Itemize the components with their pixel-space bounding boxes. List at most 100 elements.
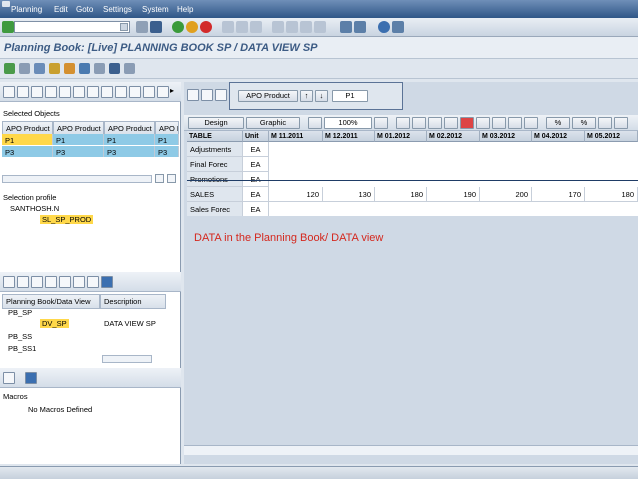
menu-help[interactable]: Help: [177, 5, 193, 14]
col-period[interactable]: M 11.2011: [269, 131, 323, 142]
options-icon[interactable]: [124, 63, 135, 74]
objects-icon-10[interactable]: [129, 86, 141, 98]
save-view-icon[interactable]: [109, 63, 120, 74]
grid-icon-6[interactable]: [476, 117, 490, 129]
col-period[interactable]: M 05.2012: [585, 131, 638, 142]
object-cell[interactable]: P3: [2, 146, 53, 157]
load-data-icon[interactable]: [4, 63, 15, 74]
col-description[interactable]: Description: [100, 294, 166, 309]
back-arrow-icon[interactable]: [136, 21, 148, 33]
objects-icon-7[interactable]: [87, 86, 99, 98]
value-cell[interactable]: 120: [269, 187, 323, 202]
details-icon[interactable]: [94, 63, 105, 74]
command-dropdown-icon[interactable]: [120, 23, 128, 31]
col-period[interactable]: M 01.2012: [375, 131, 427, 142]
shortcut-icon[interactable]: [354, 21, 366, 33]
grid-icon-10[interactable]: [598, 117, 612, 129]
selection-icon[interactable]: [19, 63, 30, 74]
view-item[interactable]: DV_SP: [40, 319, 69, 328]
row-label[interactable]: Final Forec: [187, 157, 243, 172]
value-cell[interactable]: 190: [427, 187, 480, 202]
help-icon[interactable]: [378, 21, 390, 33]
objects-icon-3[interactable]: [31, 86, 43, 98]
object-cell[interactable]: P1: [53, 134, 104, 145]
chart-icon[interactable]: [34, 63, 45, 74]
grid-icon-8[interactable]: [508, 117, 522, 129]
grid-icon-3[interactable]: [428, 117, 442, 129]
col-period[interactable]: M 02.2012: [427, 131, 480, 142]
books-icon-3[interactable]: [31, 276, 43, 288]
book-item[interactable]: PB_SS1: [8, 344, 36, 353]
books-icon-6[interactable]: [73, 276, 85, 288]
product-value-field[interactable]: P1: [332, 90, 368, 102]
close-macros-icon[interactable]: [25, 372, 37, 384]
object-cell[interactable]: P3: [155, 146, 179, 157]
value-cell[interactable]: 130: [323, 187, 375, 202]
menu-goto[interactable]: Goto: [76, 5, 93, 14]
books-icon-7[interactable]: [87, 276, 99, 288]
grid-icon-9[interactable]: [524, 117, 538, 129]
down-arrow-icon[interactable]: ↓: [315, 90, 328, 102]
percent-button-2[interactable]: %: [572, 117, 596, 129]
grid-icon-1[interactable]: [396, 117, 410, 129]
scroll-left-icon[interactable]: [155, 174, 164, 183]
grid-icon-2[interactable]: [412, 117, 426, 129]
col-unit[interactable]: Unit: [243, 131, 269, 142]
objects-icon-12[interactable]: [157, 86, 169, 98]
menu-planning[interactable]: Planning: [11, 5, 42, 14]
up-arrow-icon[interactable]: ↑: [300, 90, 313, 102]
grid-hscroll[interactable]: [184, 445, 638, 455]
objects-icon-2[interactable]: [17, 86, 29, 98]
prev-page-icon[interactable]: [286, 21, 298, 33]
book-item[interactable]: PB_SS: [8, 332, 32, 341]
last-page-icon[interactable]: [314, 21, 326, 33]
objects-icon-8[interactable]: [101, 86, 113, 98]
objects-icon-11[interactable]: [143, 86, 155, 98]
menu-edit[interactable]: Edit: [54, 5, 68, 14]
back-icon[interactable]: [172, 21, 184, 33]
value-cell[interactable]: 200: [480, 187, 532, 202]
save-icon[interactable]: [150, 21, 162, 33]
objects-icon-1[interactable]: [3, 86, 15, 98]
header-icon-3[interactable]: [215, 89, 227, 101]
col-period[interactable]: M 12.2011: [323, 131, 375, 142]
enter-check-icon[interactable]: [2, 21, 14, 33]
command-field[interactable]: [14, 21, 130, 33]
notes-icon[interactable]: [64, 63, 75, 74]
col-period[interactable]: M 03.2012: [480, 131, 532, 142]
layout-menu-icon[interactable]: [392, 21, 404, 33]
profile-user[interactable]: SANTHOSH.N: [10, 204, 59, 213]
objects-hscroll[interactable]: [2, 175, 152, 183]
col-period[interactable]: M 04.2012: [532, 131, 585, 142]
grid-icon-7[interactable]: [492, 117, 506, 129]
cancel-icon[interactable]: [200, 21, 212, 33]
books-icon-1[interactable]: [3, 276, 15, 288]
value-cell[interactable]: 180: [585, 187, 638, 202]
design-button[interactable]: Design: [188, 117, 244, 129]
system-menu-icon[interactable]: [2, 1, 10, 7]
grid-icon-5[interactable]: [460, 117, 474, 129]
profile-selection[interactable]: SL_SP_PROD: [40, 215, 94, 224]
apo-product-button[interactable]: APO Product: [238, 90, 298, 102]
row-label[interactable]: SALES: [187, 187, 243, 202]
books-icon-2[interactable]: [17, 276, 29, 288]
header-icon-2[interactable]: [201, 89, 213, 101]
percent-button-1[interactable]: %: [546, 117, 570, 129]
object-cell[interactable]: P1: [2, 134, 53, 145]
print-icon[interactable]: [222, 21, 234, 33]
alerts-icon[interactable]: [79, 63, 90, 74]
object-cell[interactable]: P1: [104, 134, 155, 145]
scroll-right-icon[interactable]: [167, 174, 176, 183]
key-icon[interactable]: [49, 63, 60, 74]
value-cell[interactable]: 170: [532, 187, 585, 202]
col-table[interactable]: TABLE: [187, 131, 243, 142]
grid-icon-4[interactable]: [444, 117, 458, 129]
object-cell[interactable]: P1: [155, 134, 179, 145]
books-icon-4[interactable]: [45, 276, 57, 288]
grid-icon-11[interactable]: [614, 117, 628, 129]
macros-icon[interactable]: [3, 372, 15, 384]
objects-icon-4[interactable]: [45, 86, 57, 98]
object-cell[interactable]: P3: [104, 146, 155, 157]
find-next-icon[interactable]: [250, 21, 262, 33]
zoom-in-icon[interactable]: [374, 117, 388, 129]
